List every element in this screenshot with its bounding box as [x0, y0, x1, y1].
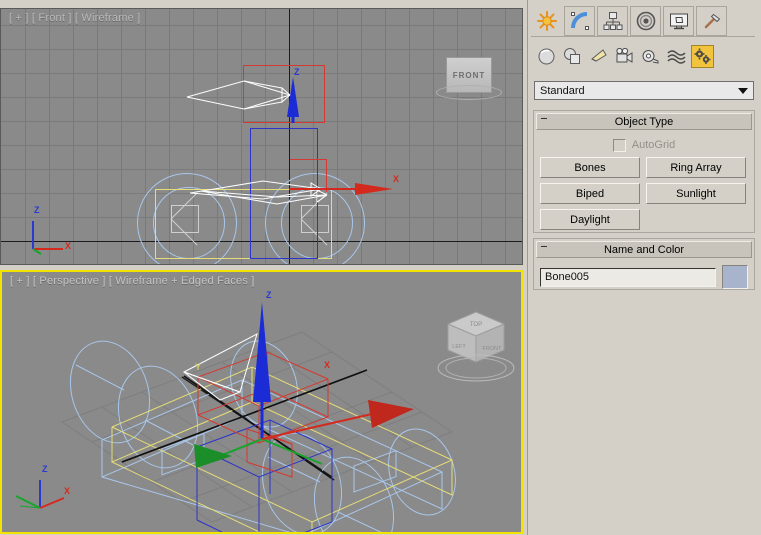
rollout-object-type-header[interactable]: Object Type [536, 113, 752, 130]
object-class-dropdown[interactable]: Standard [534, 81, 754, 100]
x-axis-label-front: X [393, 174, 400, 184]
category-helpers[interactable] [639, 45, 662, 68]
category-lights[interactable] [587, 45, 610, 68]
tripod-z-label-perspective: Z [42, 464, 48, 474]
viewport-label-perspective[interactable]: [ + ] [ Perspective ] [ Wireframe + Edge… [10, 275, 255, 287]
category-cameras[interactable] [613, 45, 636, 68]
command-panel-tabs [531, 6, 755, 37]
rollout-object-type-title: Object Type [614, 115, 674, 128]
rollout-object-type-body: AutoGrid Bones Ring Array Biped Sunlight… [534, 132, 754, 237]
rollout-object-type: Object Type AutoGrid Bones Ring Array Bi… [533, 110, 755, 233]
tab-display[interactable] [663, 6, 694, 36]
viewcube-front-label: FRONT [452, 70, 486, 80]
svg-text:FRONT: FRONT [483, 346, 503, 352]
gears-icon [694, 48, 711, 64]
tab-strip-divider [531, 36, 755, 37]
rollout-name-and-color-header[interactable]: Name and Color [536, 241, 752, 258]
gizmo-perspective-svg [194, 302, 414, 468]
application-window: Z X FRONT Z X [+] [Front] [Wirefram… [0, 0, 761, 535]
gizmo-x-axis-front[interactable]: X [289, 174, 399, 203]
y-axis-label-perspective: Y [195, 362, 202, 372]
tripod-x-label-front: X [65, 241, 72, 251]
tape-icon [642, 50, 659, 64]
viewcube-perspective[interactable]: TOP LEFT FRONT [437, 308, 520, 385]
x-axis-label-perspective: X [324, 360, 331, 370]
z-arrow-svg [287, 77, 299, 123]
object-color-swatch[interactable] [722, 265, 748, 289]
waves-icon [667, 50, 686, 64]
category-spacewarps[interactable] [665, 45, 688, 68]
tab-hierarchy[interactable] [597, 6, 628, 36]
star-icon [536, 11, 557, 31]
axis-tripod-perspective: Z X [14, 462, 71, 512]
autogrid-label: AutoGrid [631, 139, 676, 151]
tab-motion[interactable] [630, 6, 661, 36]
shapes-icon [564, 48, 580, 64]
tripod-x-label-perspective: X [64, 486, 71, 496]
object-class-value: Standard [540, 84, 585, 97]
chevron-down-icon[interactable] [733, 82, 753, 99]
object-name-input[interactable]: Bone005 [540, 267, 716, 287]
hammer-icon [704, 13, 720, 29]
name-color-row: Bone005 [539, 263, 749, 292]
rollout-name-and-color: Name and Color Bone005 [533, 238, 755, 290]
object-category-row [535, 45, 714, 68]
wheel-icon [636, 11, 655, 31]
viewcube-perspective-svg: TOP LEFT FRONT [437, 311, 515, 382]
category-systems[interactable] [691, 45, 714, 68]
button-ring-array[interactable]: Ring Array [646, 157, 746, 178]
rollout-name-and-color-body: Bone005 [534, 260, 754, 297]
category-shapes[interactable] [561, 45, 584, 68]
tab-create[interactable] [531, 6, 562, 36]
button-sunlight[interactable]: Sunlight [646, 183, 746, 204]
category-geometry[interactable] [535, 45, 558, 68]
z-axis-label-perspective: Z [266, 290, 272, 300]
gizmo-z-axis-front[interactable]: Z [282, 67, 304, 126]
command-panel: Standard Object Type AutoGrid Bones Ring… [527, 0, 761, 535]
collapse-icon [541, 118, 547, 119]
rollout-name-and-color-title: Name and Color [603, 243, 685, 256]
object-type-button-grid: Bones Ring Array Biped Sunlight Daylight [540, 157, 748, 230]
monitor-icon [669, 13, 688, 30]
svg-text:TOP: TOP [470, 322, 482, 328]
x-arrow-svg [289, 183, 393, 195]
button-daylight[interactable]: Daylight [540, 209, 640, 230]
button-biped[interactable]: Biped [540, 183, 640, 204]
svg-text:LEFT: LEFT [452, 344, 466, 350]
autogrid-row: AutoGrid [540, 136, 748, 154]
viewport-perspective[interactable]: Z X Y TOP LEFT FRONT Z X [+] [Perspec… [0, 270, 523, 534]
light-icon [591, 49, 607, 62]
button-bones[interactable]: Bones [540, 157, 640, 178]
camera-icon [616, 47, 633, 63]
arc-icon [570, 12, 589, 30]
viewport-label-front[interactable]: [ + ] [ Front ] [ Wireframe ] [9, 12, 140, 24]
tripod-z-label-front: Z [34, 205, 40, 215]
viewport-front[interactable]: Z X FRONT Z X [+] [Front] [Wirefram… [0, 8, 523, 265]
autogrid-checkbox[interactable] [612, 138, 626, 152]
tree-icon [603, 12, 622, 30]
z-axis-label-front: Z [294, 67, 300, 77]
viewcube-base-ring[interactable] [436, 85, 502, 100]
tab-modify[interactable] [564, 6, 595, 36]
collapse-icon [541, 246, 547, 247]
axis-tripod-front: Z X [19, 205, 73, 257]
sphere-icon [538, 48, 555, 65]
tab-utilities[interactable] [696, 6, 727, 36]
